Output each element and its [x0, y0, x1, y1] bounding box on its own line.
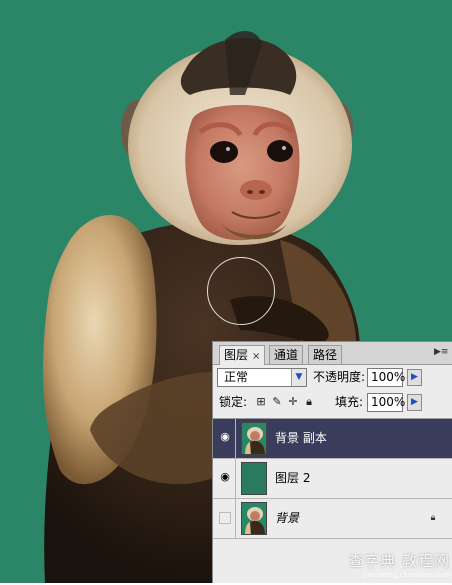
tab-channels[interactable]: 通道 — [269, 345, 304, 364]
opacity-label: 不透明度: — [313, 370, 366, 384]
tab-layers[interactable]: 图层 × — [219, 345, 266, 365]
watermark-url: jiaocheng.chazidian.com — [363, 571, 450, 579]
layer-thumbnail — [241, 502, 267, 535]
tab-channels-label: 通道 — [274, 348, 299, 362]
visibility-toggle[interactable]: ◉ — [215, 419, 236, 458]
tab-paths-label: 路径 — [313, 348, 338, 362]
lock-row: 锁定: ⊞ ✎ ✛ 🔒︎ 填充: 100% ▶ — [213, 393, 452, 413]
blend-mode-value: 正常 — [224, 370, 249, 384]
watermark-text: 查字典 教程网 — [348, 552, 450, 570]
layer-row-background-copy[interactable]: ◉ 背景 副本 — [213, 419, 452, 459]
tab-paths[interactable]: 路径 — [308, 345, 343, 364]
eye-icon: ◉ — [220, 430, 230, 443]
opacity-value: 100% — [371, 370, 406, 384]
layer-row-layer-2[interactable]: ◉ 图层 2 — [213, 459, 452, 499]
layer-name[interactable]: 图层 2 — [275, 459, 310, 498]
layer-name[interactable]: 背景 — [275, 499, 299, 538]
lock-all-icon[interactable]: 🔒︎ — [303, 396, 315, 408]
blend-row: 正常 ▼ 不透明度: 100% ▶ — [213, 368, 452, 388]
visibility-empty-box — [219, 512, 231, 524]
lock-icon: 🔒︎ — [430, 513, 436, 523]
fill-input[interactable]: 100% — [367, 393, 406, 412]
opacity-slider-button[interactable]: ▶ — [407, 369, 422, 386]
visibility-toggle[interactable] — [215, 499, 236, 538]
lock-label: 锁定: — [219, 395, 248, 409]
eye-icon: ◉ — [220, 470, 230, 483]
tab-close-icon[interactable]: × — [252, 351, 260, 362]
fill-slider-button[interactable]: ▶ — [407, 394, 422, 411]
layer-row-background[interactable]: 背景 🔒︎ — [213, 499, 452, 539]
chevron-down-icon: ▼ — [291, 369, 306, 386]
lock-move-icon[interactable]: ✛ — [287, 396, 299, 408]
layer-name[interactable]: 背景 副本 — [275, 419, 327, 458]
lock-transparent-icon[interactable]: ⊞ — [255, 396, 267, 408]
fill-label: 填充: — [335, 395, 364, 409]
opacity-input[interactable]: 100% — [367, 368, 406, 387]
tab-layers-label: 图层 — [224, 348, 249, 362]
fill-value: 100% — [371, 395, 406, 409]
panel-menu-icon[interactable]: ▶≡ — [434, 347, 448, 358]
blend-mode-select[interactable]: 正常 ▼ — [217, 368, 307, 387]
layer-thumbnail — [241, 462, 267, 495]
layer-thumbnail — [241, 422, 267, 455]
layers-panel: 图层 × 通道 路径 ▶≡ 正常 ▼ 不透明度: 100% ▶ 锁定: ⊞ ✎ ✛… — [212, 341, 452, 583]
visibility-toggle[interactable]: ◉ — [215, 459, 236, 498]
lock-paint-icon[interactable]: ✎ — [271, 396, 283, 408]
brush-cursor-circle — [207, 257, 275, 325]
panel-tab-bar: 图层 × 通道 路径 ▶≡ — [213, 342, 452, 365]
